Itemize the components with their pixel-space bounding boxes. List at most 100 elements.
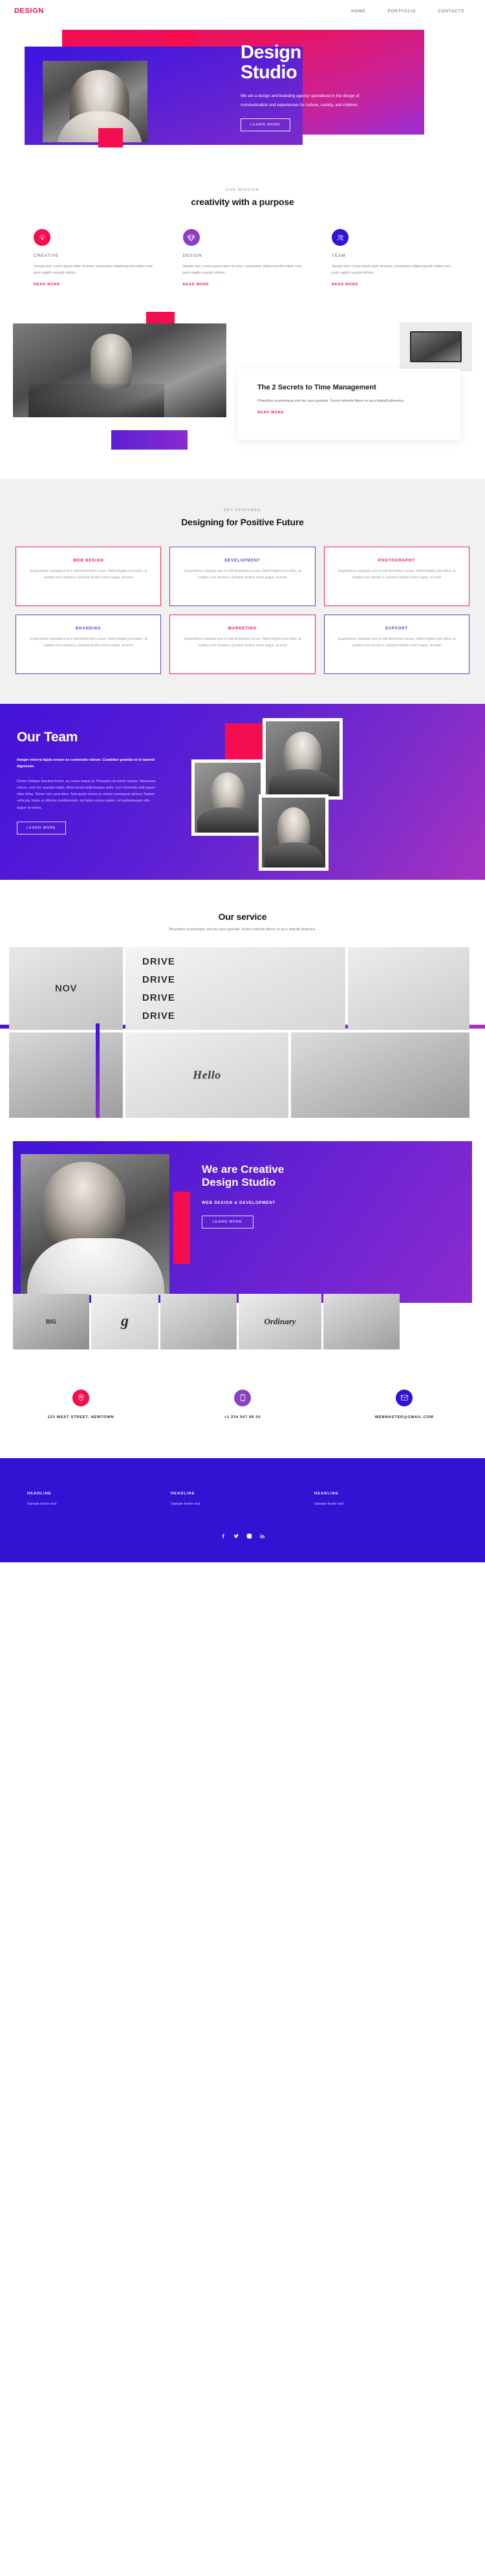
gallery-purple-accent — [96, 1023, 100, 1118]
mission-card-title: CREATIVE — [34, 254, 59, 258]
drive-tile-stack: DRIVE DRIVE DRIVE DRIVE — [125, 947, 345, 1030]
features-grid: WEB DESIGN Suspendisse vulputate eros in… — [0, 527, 485, 674]
feature-card-web-design[interactable]: WEB DESIGN Suspendisse vulputate eros in… — [16, 546, 162, 606]
team-body-text: Donec tristique faucibus lorem, eu variu… — [17, 779, 156, 810]
main-nav: HOME PORTFOLIO CONTACTS — [351, 9, 471, 14]
mission-heading: OUR MISSION creativity with a purpose — [0, 188, 485, 207]
site-footer: HEADLINE Sample footer text HEADLINE Sam… — [0, 1457, 485, 1562]
features-eyebrow: KEY FEATURES — [224, 508, 261, 512]
service-section: Our service Phasellus scelerisque sed le… — [0, 880, 485, 1124]
footer-social-links — [0, 1533, 485, 1540]
feature-card-title: BRANDING — [75, 626, 102, 631]
service-subtitle: Phasellus scelerisque sed leo quis gravi… — [169, 927, 316, 932]
mission-read-more-link[interactable]: READ MORE — [34, 283, 60, 287]
hero-portrait-photo — [43, 61, 147, 142]
contact-row: 123 WEST STREET, NEWTOWN +1 234 567 89 0… — [0, 1389, 485, 1419]
team-photo-2 — [191, 759, 264, 836]
feature-card-photography[interactable]: PHOTOGRAPHY Suspendisse vulputate eros i… — [323, 546, 469, 606]
features-section: KEY FEATURES Designing for Positive Futu… — [0, 478, 485, 704]
hero-learn-more-button[interactable]: LEARN MORE — [241, 118, 290, 132]
team-title: Our Team — [17, 729, 78, 745]
feature-card-body: Suspendisse vulputate eros in velit ferm… — [29, 569, 147, 580]
feature-card-marketing[interactable]: MARKETING Suspendisse vulputate eros in … — [169, 614, 316, 674]
ordinary-tile-label: Ordinary — [264, 1316, 296, 1326]
creative-title-line2: Design Studio — [202, 1175, 276, 1188]
contact-email: WEBMASTER@GMAIL.COM — [333, 1389, 475, 1419]
contact-address-text[interactable]: 123 WEST STREET, NEWTOWN — [10, 1415, 152, 1419]
ordinary-tile[interactable]: Ordinary — [239, 1293, 321, 1349]
linkedin-icon[interactable] — [259, 1533, 265, 1540]
bottle-tile[interactable] — [9, 1032, 123, 1118]
mockup-tile[interactable] — [323, 1293, 400, 1349]
secrets-purple-bar — [111, 430, 188, 450]
footer-text: Sample footer text — [27, 1501, 57, 1506]
feature-card-title: WEB DESIGN — [72, 558, 104, 563]
contact-email-text[interactable]: WEBMASTER@GMAIL.COM — [333, 1415, 475, 1419]
secrets-read-more-link[interactable]: READ MORE — [257, 411, 284, 415]
users-icon — [332, 229, 349, 246]
secrets-photo — [13, 323, 226, 417]
footer-column-3: HEADLINE Sample footer text — [314, 1492, 458, 1506]
hero-title-line1: Design — [241, 42, 301, 63]
poster-tile[interactable]: NOV — [9, 946, 123, 1030]
mission-card-creative: CREATIVE Sample text. Lorem ipsum dolor … — [34, 229, 153, 289]
diamond-icon — [182, 229, 200, 246]
hero-description: We are a design and branding agency spec… — [241, 94, 360, 107]
feature-card-body: Suspendisse vulputate eros in velit ferm… — [338, 569, 456, 580]
service-gallery: NOV DRIVE DRIVE DRIVE DRIVE Hello — [0, 946, 485, 1118]
contact-phone: +1 234 567 89 00 — [171, 1389, 314, 1419]
feature-card-support[interactable]: SUPPORT Suspendisse vulputate eros in ve… — [323, 614, 469, 674]
drive-tile-label: DRIVE — [142, 992, 175, 1003]
pens-tile[interactable] — [160, 1293, 237, 1349]
facebook-icon[interactable] — [221, 1533, 226, 1540]
mission-eyebrow: OUR MISSION — [226, 188, 259, 192]
letter-g-tile[interactable]: g — [91, 1293, 158, 1349]
mission-card-list: CREATIVE Sample text. Lorem ipsum dolor … — [0, 207, 485, 289]
secrets-section: The 2 Secrets to Time Management Phasell… — [0, 311, 485, 474]
service-heading: Our service — [0, 911, 485, 922]
footer-headline: HEADLINE — [314, 1491, 339, 1496]
hello-tile[interactable]: Hello — [125, 1032, 288, 1118]
hero-content: Design Studio We are a design and brandi… — [241, 42, 402, 132]
mission-read-more-link[interactable]: READ MORE — [332, 283, 358, 287]
drive-tile-label: DRIVE — [142, 1010, 175, 1021]
footer-columns: HEADLINE Sample footer text HEADLINE Sam… — [0, 1492, 485, 1506]
mission-card-body: Sample text. Lorem ipsum dolor sit amet,… — [182, 265, 303, 276]
site-header: DESIGN HOME PORTFOLIO CONTACTS — [0, 0, 485, 22]
phone-icon — [234, 1389, 251, 1406]
hero-title-line2: Studio — [241, 62, 297, 83]
features-heading: KEY FEATURES Designing for Positive Futu… — [0, 508, 485, 527]
hero-pink-square — [98, 128, 123, 147]
gallery-row-2: Hello — [0, 1032, 485, 1118]
nav-item-portfolio[interactable]: PORTFOLIO — [387, 9, 416, 14]
feature-card-title: DEVELOPMENT — [224, 558, 261, 563]
feature-card-title: MARKETING — [228, 626, 257, 631]
mission-card-body: Sample text. Lorem ipsum dolor sit amet,… — [332, 265, 451, 276]
site-logo[interactable]: DESIGN — [14, 7, 44, 15]
team-learn-more-button[interactable]: LEARN MORE — [17, 821, 66, 835]
mission-read-more-link[interactable]: READ MORE — [183, 283, 210, 287]
creative-title-line1: We are Creative — [202, 1162, 285, 1175]
secrets-title: The 2 Secrets to Time Management — [257, 383, 376, 391]
team-photo-3 — [259, 794, 329, 871]
feature-card-branding[interactable]: BRANDING Suspendisse vulputate eros in v… — [16, 614, 162, 674]
mission-card-body: Sample text. Lorem ipsum dolor sit amet,… — [34, 265, 153, 276]
drive-tile[interactable]: DRIVE DRIVE DRIVE DRIVE — [125, 946, 345, 1030]
mission-card-title: TEAM — [332, 254, 346, 258]
footer-column-2: HEADLINE Sample footer text — [171, 1492, 314, 1506]
hero-title: Design Studio — [241, 42, 402, 83]
creative-learn-more-button[interactable]: LEARN MORE — [202, 1215, 253, 1228]
secrets-card: The 2 Secrets to Time Management Phasell… — [238, 368, 460, 440]
typography-tile[interactable]: BIG — [13, 1293, 89, 1349]
twitter-icon[interactable] — [233, 1533, 239, 1540]
hello-tile-label: Hello — [193, 1068, 221, 1082]
nav-item-home[interactable]: HOME — [351, 9, 365, 14]
lightbulb-icon — [34, 229, 50, 246]
instagram-icon[interactable] — [246, 1533, 252, 1540]
creative-thumbnail-strip: BIG g Ordinary — [13, 1293, 400, 1349]
nav-item-contacts[interactable]: CONTACTS — [438, 9, 464, 14]
feature-card-development[interactable]: DEVELOPMENT Suspendisse vulputate eros i… — [169, 546, 316, 606]
contact-phone-text[interactable]: +1 234 567 89 00 — [171, 1415, 314, 1419]
stationery-tile[interactable] — [348, 946, 469, 1030]
brochure-tile[interactable] — [291, 1032, 469, 1118]
